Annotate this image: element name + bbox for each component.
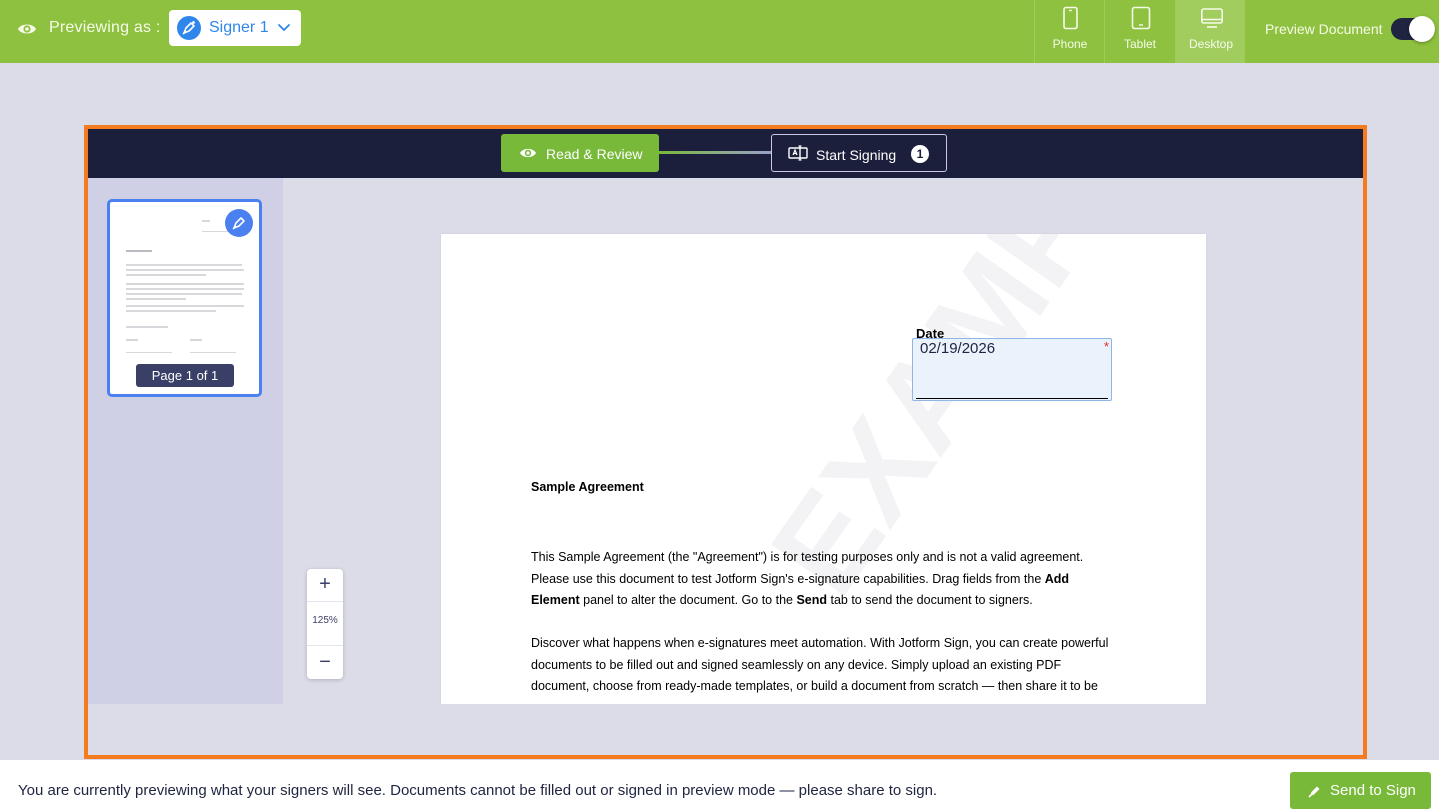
eye-icon xyxy=(18,24,36,34)
thumb-text-line xyxy=(126,274,206,276)
toggle-knob xyxy=(1409,16,1435,42)
document-paragraph-1: This Sample Agreement (the "Agreement") … xyxy=(531,547,1121,612)
thumb-text-line xyxy=(126,326,168,328)
preview-mode-message: You are currently previewing what your s… xyxy=(18,782,938,799)
eye-icon xyxy=(520,148,536,158)
zoom-level: 125% xyxy=(312,615,338,626)
send-to-sign-label: Send to Sign xyxy=(1330,782,1416,799)
thumb-text-line xyxy=(126,305,244,307)
preview-document-toggle[interactable] xyxy=(1391,16,1435,42)
thumb-text-line xyxy=(126,264,242,266)
device-phone-label: Phone xyxy=(1052,37,1088,51)
device-desktop-label: Desktop xyxy=(1188,37,1234,51)
thumb-text-line xyxy=(202,220,210,222)
thumb-text-line xyxy=(126,298,186,300)
zoom-controls: + 125% − xyxy=(307,569,343,679)
device-tablet-label: Tablet xyxy=(1123,37,1157,51)
para-text: tab to send the document to signers. xyxy=(827,593,1033,607)
thumb-text-line xyxy=(126,269,244,271)
thumb-text-line xyxy=(126,310,216,312)
para-text: panel to alter the document. Go to the xyxy=(579,593,797,607)
read-review-label: Read & Review xyxy=(546,146,643,162)
tablet-icon xyxy=(1131,6,1151,30)
thumb-text-line xyxy=(190,352,236,353)
date-underline xyxy=(916,398,1108,399)
pen-icon xyxy=(1308,786,1320,798)
signature-field-icon xyxy=(788,145,808,161)
document-title: Sample Agreement xyxy=(531,480,644,494)
top-bar: Previewing as : Signer 1 Phone Tablet De… xyxy=(0,0,1439,63)
page-indicator: Page 1 of 1 xyxy=(136,364,234,387)
para-bold-text: Send xyxy=(796,593,828,607)
thumb-text-line xyxy=(126,352,172,353)
zoom-out-button[interactable]: − xyxy=(307,645,343,679)
thumb-text-line xyxy=(126,250,152,252)
preview-frame: Read & Review Start Signing 1 Page 1 of … xyxy=(84,125,1367,759)
thumb-text-line xyxy=(126,339,138,341)
document-viewer: EXAMPLE PDF Date 02/19/2026 * Sample Agr… xyxy=(283,178,1363,704)
date-value: 02/19/2026 xyxy=(920,340,996,357)
signature-pen-icon xyxy=(225,209,253,237)
device-tablet-button[interactable]: Tablet xyxy=(1104,0,1174,63)
previewing-as-label: Previewing as : xyxy=(49,19,161,36)
page-thumbnail[interactable]: Page 1 of 1 xyxy=(107,199,262,397)
start-signing-label: Start Signing xyxy=(816,147,897,163)
bottom-bar: You are currently previewing what your s… xyxy=(0,760,1439,809)
chevron-down-icon xyxy=(278,24,290,32)
document-paragraph-2: Discover what happens when e-signatures … xyxy=(531,636,1109,693)
date-field[interactable]: 02/19/2026 * xyxy=(912,338,1112,401)
signer-select[interactable]: Signer 1 xyxy=(169,10,301,46)
step-progress-line xyxy=(659,151,771,154)
signer-name: Signer 1 xyxy=(209,19,269,36)
page-thumbnails-panel: Page 1 of 1 xyxy=(88,178,283,704)
device-desktop-button[interactable]: Desktop xyxy=(1175,0,1245,63)
thumb-text-line xyxy=(126,288,244,290)
fields-count-badge: 1 xyxy=(911,145,929,163)
para-text: This Sample Agreement (the "Agreement") … xyxy=(531,550,1084,586)
device-phone-button[interactable]: Phone xyxy=(1034,0,1104,63)
start-signing-step-button[interactable]: Start Signing 1 xyxy=(771,134,947,172)
thumb-text-line xyxy=(126,293,242,295)
signer-pen-icon xyxy=(177,16,201,40)
thumb-text-line xyxy=(126,283,244,285)
send-to-sign-button[interactable]: Send to Sign xyxy=(1290,772,1431,809)
signing-steps-header: Read & Review Start Signing 1 xyxy=(88,129,1363,178)
desktop-icon xyxy=(1201,8,1223,28)
zoom-in-button[interactable]: + xyxy=(307,569,343,602)
read-review-step-button[interactable]: Read & Review xyxy=(501,134,659,172)
thumb-text-line xyxy=(190,339,202,341)
required-asterisk: * xyxy=(1103,339,1109,354)
preview-document-label: Preview Document xyxy=(1265,21,1383,37)
phone-icon xyxy=(1063,6,1078,30)
document-page: EXAMPLE PDF Date 02/19/2026 * Sample Agr… xyxy=(441,234,1206,704)
